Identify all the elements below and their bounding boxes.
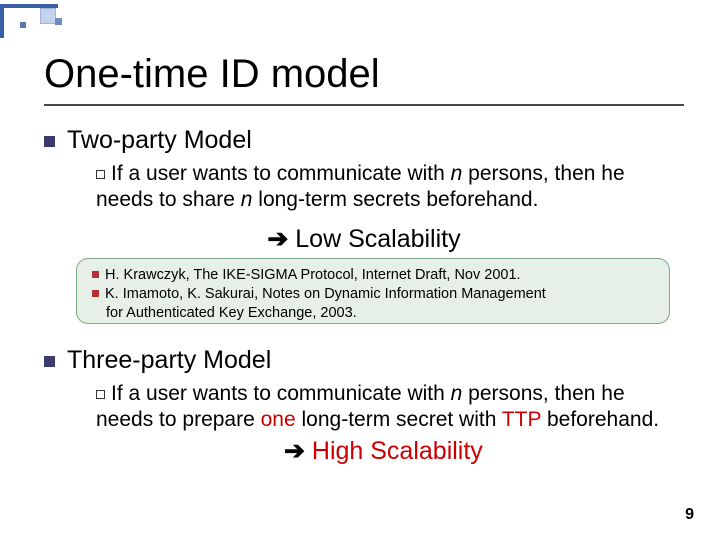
section2-n1: n <box>451 382 463 405</box>
reference-1: H. Krawczyk, The IKE-SIGMA Protocol, Int… <box>92 266 652 284</box>
arrow-right-icon: ➔ <box>284 437 305 465</box>
section2-bullet: If a user wants to communicate with n pe… <box>96 381 684 434</box>
bullet-hollow-box-icon <box>96 170 105 179</box>
bullet-square-icon <box>44 356 55 367</box>
section2-text4: beforehand. <box>541 408 659 431</box>
reference-1-text: H. Krawczyk, The IKE-SIGMA Protocol, Int… <box>105 267 521 283</box>
arrow-right-icon: ➔ <box>267 225 288 253</box>
section2-text3: long-term secret with <box>296 408 502 431</box>
section1-n2: n <box>241 188 253 211</box>
section1-text3: long-term secrets beforehand. <box>252 188 538 211</box>
section1-conclusion: ➔ Low Scalability <box>44 224 684 254</box>
section2-prefix: If <box>111 382 123 405</box>
section1-heading-text: Two-party Model <box>67 126 252 154</box>
section1-prefix: If <box>111 162 123 185</box>
section1-conclusion-text: Low Scalability <box>288 225 460 253</box>
bullet-hollow-box-icon <box>96 390 105 399</box>
body-section-2: Three-party Model If a user wants to com… <box>44 340 684 466</box>
reference-2-text-a: K. Imamoto, K. Sakurai, Notes on Dynamic… <box>105 286 546 302</box>
section2-highlight1: one <box>261 408 296 431</box>
bullet-square-icon <box>44 136 55 147</box>
section1-heading: Two-party Model <box>44 126 684 155</box>
body-section-1: Two-party Model If a user wants to commu… <box>44 120 684 262</box>
reference-2: K. Imamoto, K. Sakurai, Notes on Dynamic… <box>92 285 652 303</box>
section2-highlight2: TTP <box>502 408 541 431</box>
reference-2-text-b: for Authenticated Key Exchange, 2003. <box>106 305 357 321</box>
reference-2-cont: for Authenticated Key Exchange, 2003. <box>106 304 652 322</box>
section2-heading: Three-party Model <box>44 346 684 375</box>
corner-decoration <box>0 0 120 40</box>
section2-conclusion-text: High Scalability <box>305 437 483 465</box>
section1-n1: n <box>451 162 463 185</box>
section2-heading-text: Three-party Model <box>67 346 271 374</box>
page-number: 9 <box>685 506 694 524</box>
section2-text1: a user wants to communicate with <box>123 382 451 405</box>
section1-bullet: If a user wants to communicate with n pe… <box>96 161 684 214</box>
slide-title: One-time ID model <box>44 52 380 97</box>
slide: One-time ID model Two-party Model If a u… <box>0 0 720 540</box>
section1-text1: a user wants to communicate with <box>123 162 451 185</box>
ref-bullet-icon <box>92 271 99 278</box>
ref-bullet-icon <box>92 290 99 297</box>
title-underline <box>44 104 684 106</box>
references: H. Krawczyk, The IKE-SIGMA Protocol, Int… <box>92 266 652 323</box>
section2-conclusion: ➔ High Scalability <box>284 436 684 466</box>
